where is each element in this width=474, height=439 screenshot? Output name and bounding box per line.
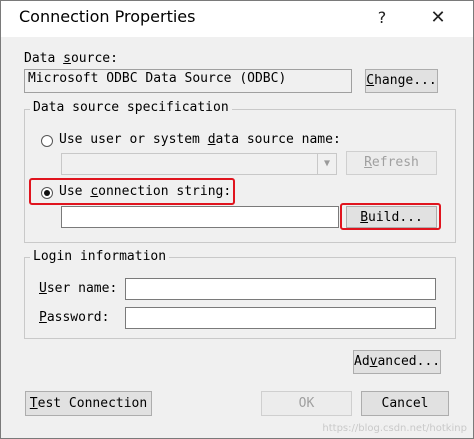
- advanced-button[interactable]: Advanced...: [353, 350, 441, 374]
- connection-properties-dialog: Connection Properties ? ✕ Data source: M…: [0, 0, 474, 439]
- radio-dsn[interactable]: [41, 135, 53, 147]
- radio-connection-string-label[interactable]: Use connection string:: [59, 184, 231, 199]
- refresh-button[interactable]: Refresh: [346, 151, 437, 175]
- data-source-spec-legend: Data source specification: [30, 100, 232, 115]
- login-info-legend: Login information: [30, 249, 170, 264]
- data-source-label: Data source:: [24, 51, 118, 66]
- build-button[interactable]: Build...: [346, 206, 437, 228]
- user-name-label: User name:: [39, 281, 118, 296]
- connection-string-input[interactable]: [61, 206, 339, 228]
- chevron-down-icon: ▼: [317, 154, 336, 174]
- radio-dsn-label[interactable]: Use user or system data source name:: [59, 132, 341, 147]
- change-button[interactable]: Change...: [365, 69, 438, 93]
- user-name-input[interactable]: [125, 278, 436, 300]
- test-connection-button[interactable]: Test Connection: [25, 391, 152, 416]
- close-icon[interactable]: ✕: [425, 5, 451, 31]
- password-input[interactable]: [125, 307, 436, 329]
- data-source-field: Microsoft ODBC Data Source (ODBC): [24, 69, 352, 93]
- watermark-text: https://blog.csdn.net/hotkinp: [322, 423, 467, 434]
- title-bar: Connection Properties ? ✕: [1, 1, 473, 37]
- password-label: Password:: [39, 310, 110, 325]
- help-icon[interactable]: ?: [369, 5, 395, 31]
- radio-connection-string[interactable]: [41, 187, 53, 199]
- dialog-title: Connection Properties: [19, 7, 196, 26]
- dsn-dropdown[interactable]: ▼: [61, 153, 337, 175]
- ok-button[interactable]: OK: [261, 391, 352, 416]
- data-source-value: Microsoft ODBC Data Source (ODBC): [28, 71, 287, 86]
- cancel-button[interactable]: Cancel: [361, 391, 449, 416]
